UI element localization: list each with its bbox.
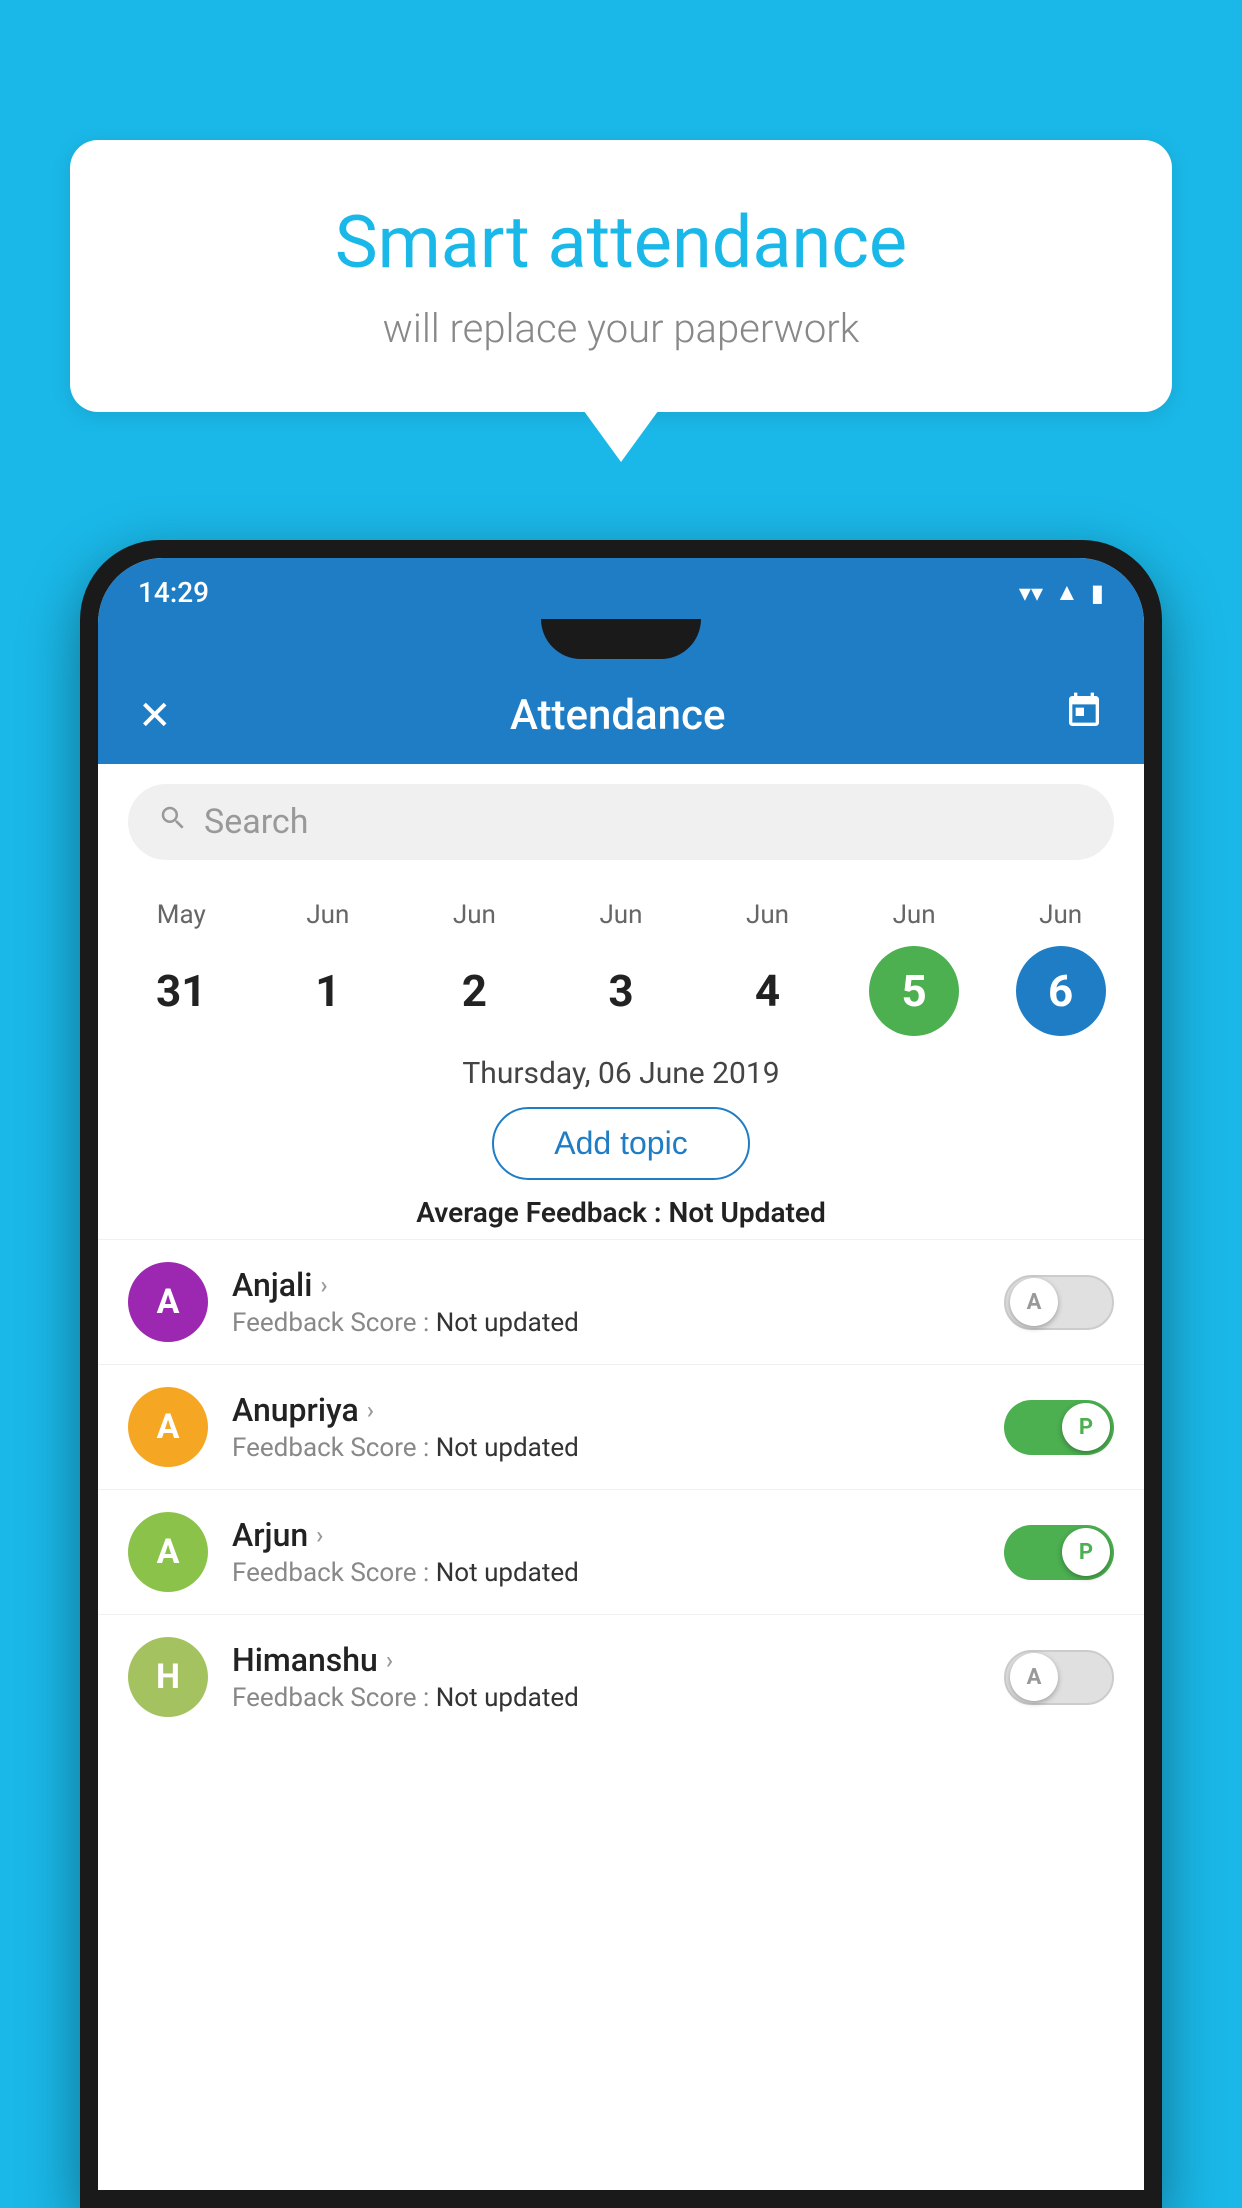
cal-month: May <box>157 900 206 930</box>
chevron-right-icon: › <box>367 1396 374 1424</box>
cal-month: Jun <box>746 900 789 930</box>
attendance-toggle[interactable]: A <box>1004 1650 1114 1705</box>
calendar-day[interactable]: Jun 1 <box>268 900 388 1036</box>
calendar-day[interactable]: Jun 5 <box>854 900 974 1036</box>
calendar-day[interactable]: Jun 3 <box>561 900 681 1036</box>
cal-date: 5 <box>869 946 959 1036</box>
feedback-label-text: Average Feedback : <box>416 1196 668 1229</box>
cal-month: Jun <box>893 900 936 930</box>
search-bar[interactable]: Search <box>128 784 1114 860</box>
attendance-toggle[interactable]: A <box>1004 1275 1114 1330</box>
cal-month: Jun <box>599 900 642 930</box>
toggle-knob: A <box>1010 1653 1058 1701</box>
student-name: Himanshu › <box>232 1641 980 1679</box>
cal-month: Jun <box>1039 900 1082 930</box>
toggle-knob: P <box>1062 1528 1110 1576</box>
cal-date: 31 <box>136 946 226 1036</box>
student-item[interactable]: A Anupriya › Feedback Score : Not update… <box>98 1364 1144 1489</box>
wifi-icon: ▾▾ <box>1019 579 1043 607</box>
cal-date: 2 <box>429 946 519 1036</box>
calendar-day[interactable]: Jun 2 <box>414 900 534 1036</box>
calendar-strip: May 31 Jun 1 Jun 2 Jun 3 Jun 4 Jun 5 Jun… <box>98 880 1144 1046</box>
student-info: Anjali › Feedback Score : Not updated <box>232 1266 980 1338</box>
search-icon <box>158 803 188 841</box>
calendar-day[interactable]: Jun 4 <box>708 900 828 1036</box>
signal-icon: ▲ <box>1055 578 1079 607</box>
calendar-day[interactable]: May 31 <box>121 900 241 1036</box>
status-bar: 14:29 ▾▾ ▲ ▮ <box>98 558 1144 619</box>
toggle-knob: A <box>1010 1278 1058 1326</box>
search-container: Search <box>98 764 1144 880</box>
avatar: A <box>128 1512 208 1592</box>
student-info: Anupriya › Feedback Score : Not updated <box>232 1391 980 1463</box>
speech-bubble: Smart attendance will replace your paper… <box>70 140 1172 412</box>
speech-bubble-container: Smart attendance will replace your paper… <box>70 140 1172 412</box>
cal-month: Jun <box>306 900 349 930</box>
status-time: 14:29 <box>138 576 209 609</box>
selected-date: Thursday, 06 June 2019 <box>98 1046 1144 1091</box>
cal-date: 3 <box>576 946 666 1036</box>
student-item[interactable]: A Anjali › Feedback Score : Not updated … <box>98 1239 1144 1364</box>
cal-month: Jun <box>453 900 496 930</box>
student-name: Anjali › <box>232 1266 980 1304</box>
cal-date: 4 <box>723 946 813 1036</box>
student-feedback-score: Feedback Score : Not updated <box>232 1308 980 1338</box>
chevron-right-icon: › <box>386 1646 393 1674</box>
notch <box>541 619 701 659</box>
student-name: Arjun › <box>232 1516 980 1554</box>
phone-frame: 14:29 ▾▾ ▲ ▮ ✕ Attendance <box>80 540 1162 2208</box>
student-feedback-score: Feedback Score : Not updated <box>232 1558 980 1588</box>
search-placeholder: Search <box>204 802 308 842</box>
attendance-toggle[interactable]: P <box>1004 1525 1114 1580</box>
close-button[interactable]: ✕ <box>138 692 172 739</box>
speech-bubble-subtitle: will replace your paperwork <box>150 305 1092 352</box>
toggle-knob: P <box>1062 1403 1110 1451</box>
app-bar: ✕ Attendance <box>98 667 1144 764</box>
student-name: Anupriya › <box>232 1391 980 1429</box>
calendar-button[interactable] <box>1064 691 1104 740</box>
phone-screen: 14:29 ▾▾ ▲ ▮ ✕ Attendance <box>98 558 1144 2190</box>
avatar: H <box>128 1637 208 1717</box>
student-list: A Anjali › Feedback Score : Not updated … <box>98 1239 1144 2190</box>
student-info: Arjun › Feedback Score : Not updated <box>232 1516 980 1588</box>
student-feedback-score: Feedback Score : Not updated <box>232 1683 980 1713</box>
add-topic-button[interactable]: Add topic <box>492 1107 749 1180</box>
student-info: Himanshu › Feedback Score : Not updated <box>232 1641 980 1713</box>
student-item[interactable]: A Arjun › Feedback Score : Not updated P <box>98 1489 1144 1614</box>
cal-date: 1 <box>283 946 373 1036</box>
cal-date: 6 <box>1016 946 1106 1036</box>
app-bar-title: Attendance <box>510 691 725 740</box>
feedback-value: Not Updated <box>669 1196 826 1229</box>
average-feedback: Average Feedback : Not Updated <box>98 1196 1144 1239</box>
attendance-toggle[interactable]: P <box>1004 1400 1114 1455</box>
avatar: A <box>128 1387 208 1467</box>
calendar-day[interactable]: Jun 6 <box>1001 900 1121 1036</box>
content-area: May 31 Jun 1 Jun 2 Jun 3 Jun 4 Jun 5 Jun… <box>98 880 1144 2190</box>
avatar: A <box>128 1262 208 1342</box>
student-item[interactable]: H Himanshu › Feedback Score : Not update… <box>98 1614 1144 1739</box>
notch-area <box>98 619 1144 667</box>
student-feedback-score: Feedback Score : Not updated <box>232 1433 980 1463</box>
add-topic-container: Add topic <box>98 1091 1144 1196</box>
chevron-right-icon: › <box>316 1521 323 1549</box>
speech-bubble-title: Smart attendance <box>150 200 1092 285</box>
battery-icon: ▮ <box>1091 579 1104 607</box>
chevron-right-icon: › <box>320 1271 327 1299</box>
status-icons: ▾▾ ▲ ▮ <box>1019 578 1104 607</box>
